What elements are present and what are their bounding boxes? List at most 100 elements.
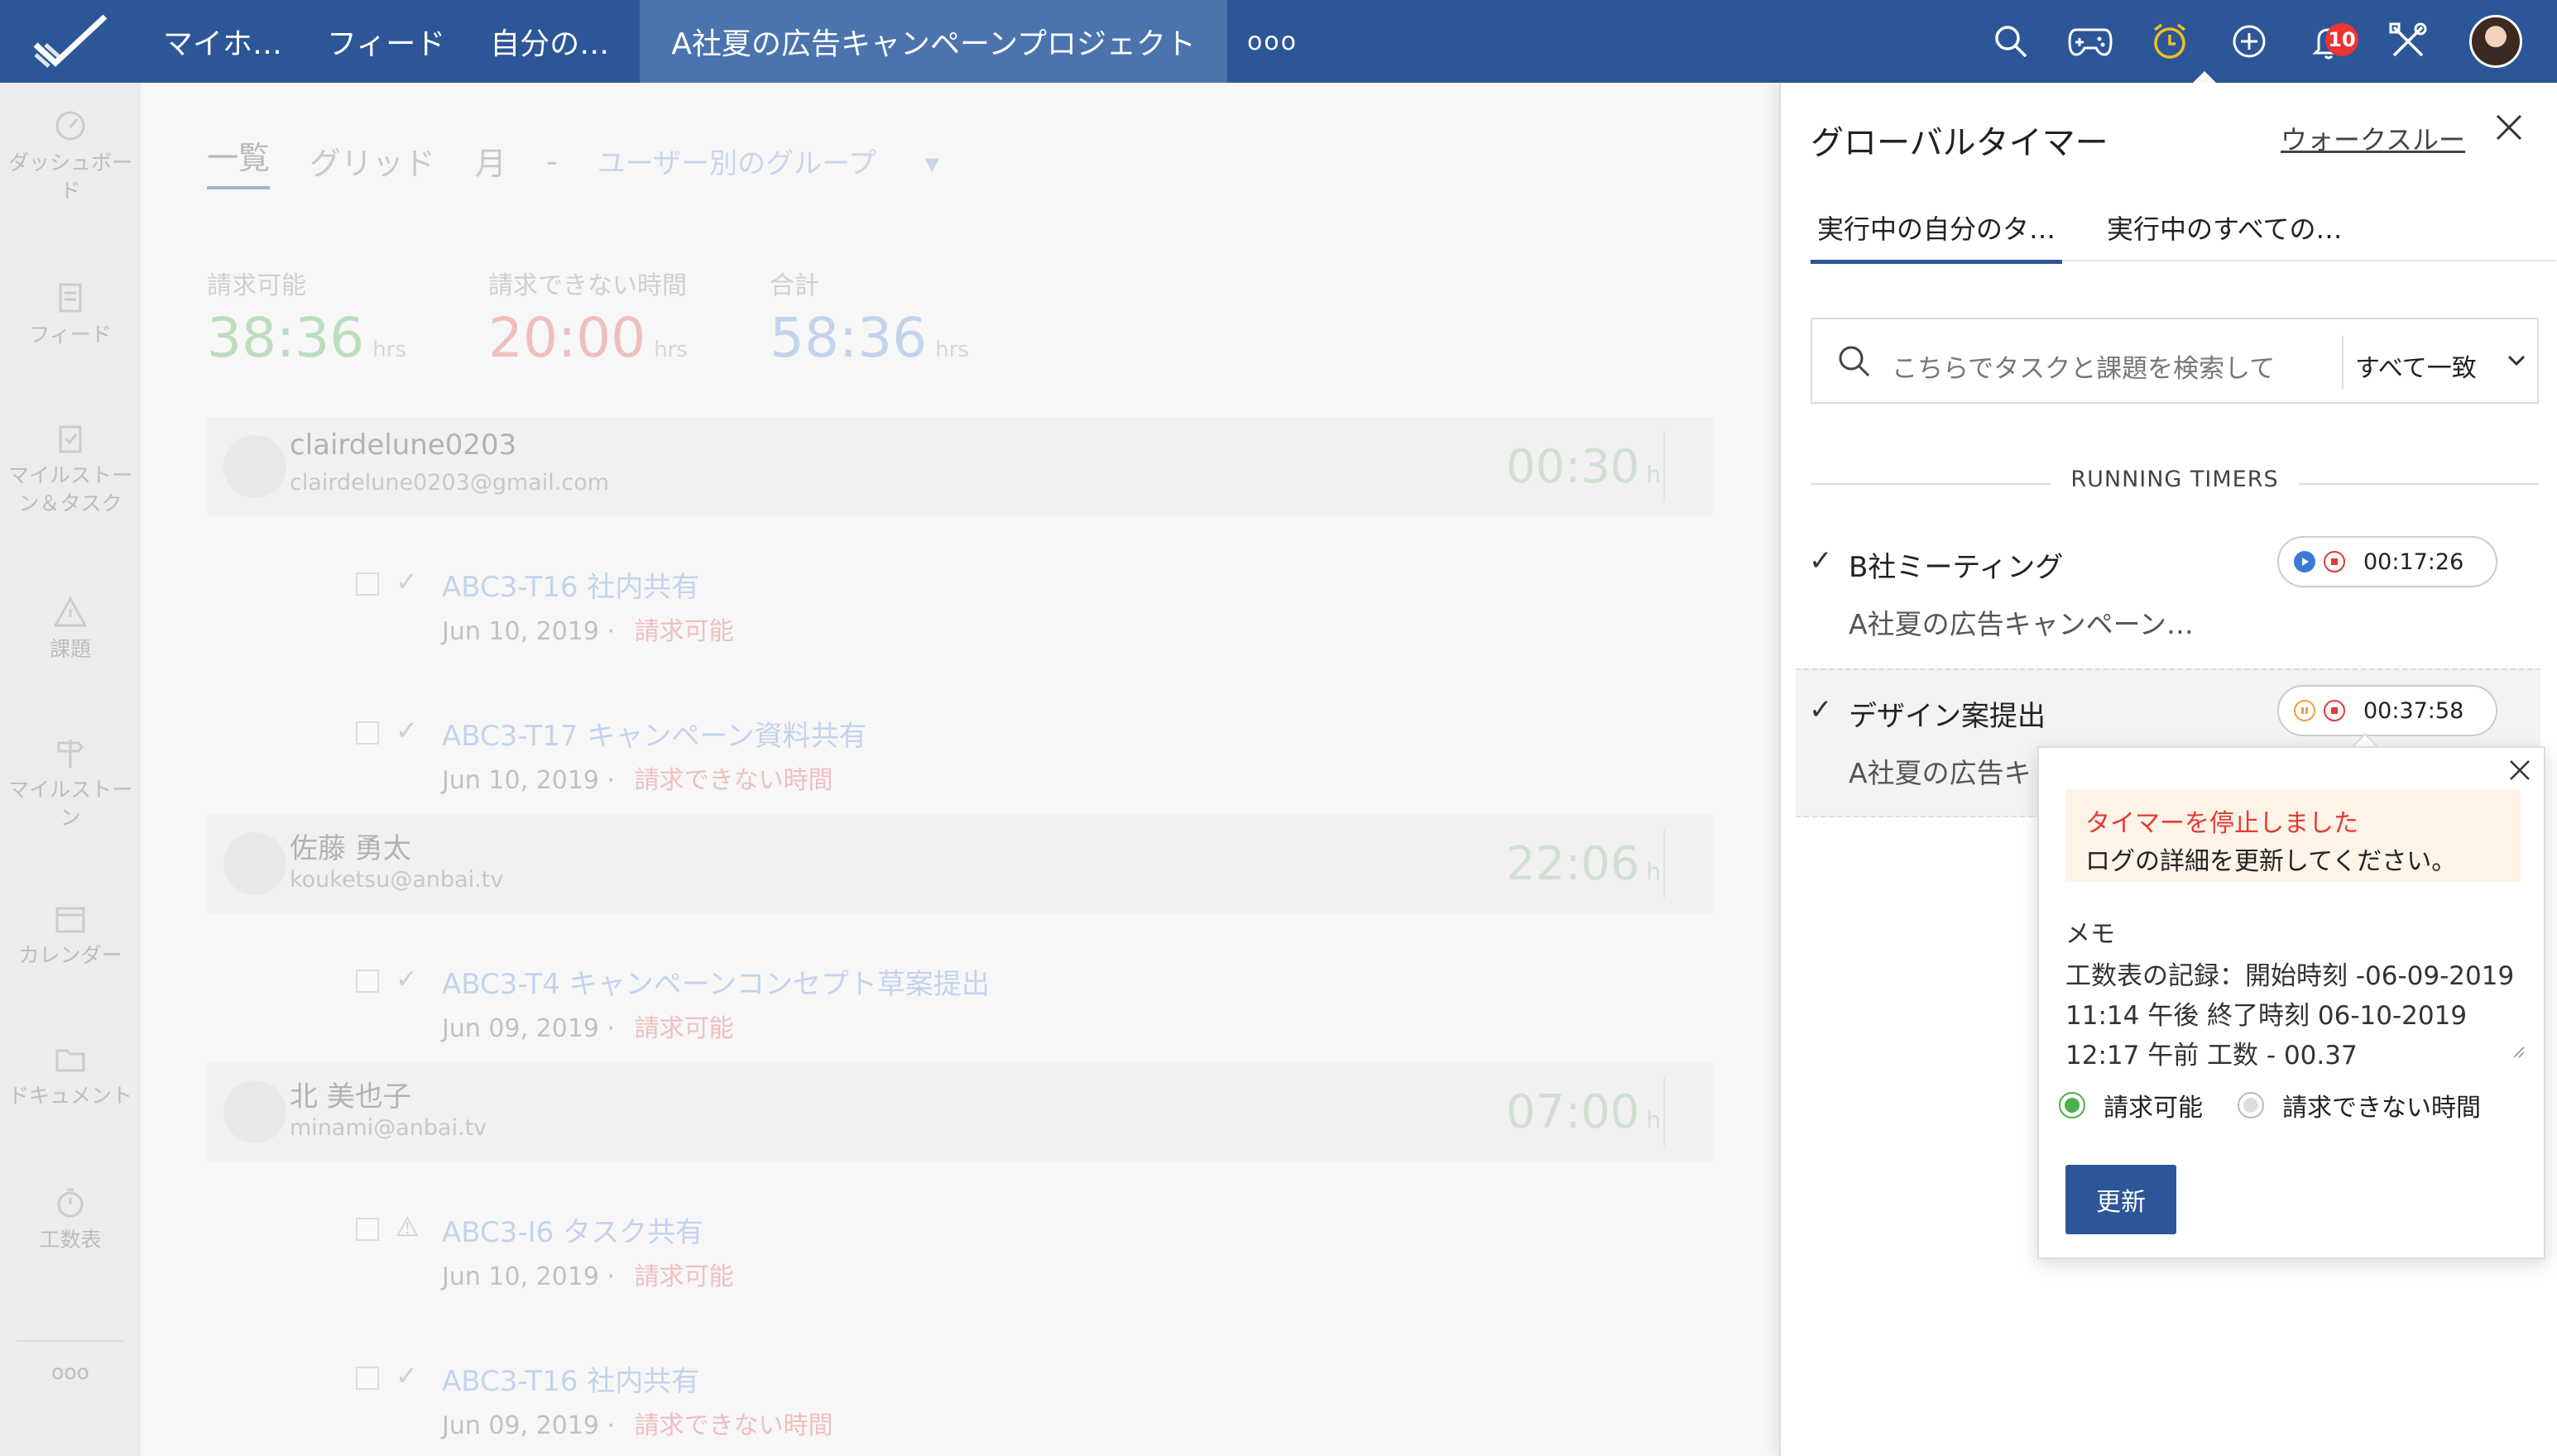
timer-elapsed: 00:37:58 [2363,697,2464,724]
sidebar-more-icon[interactable]: ooo [17,1340,124,1387]
app-logo-icon[interactable] [0,0,141,83]
task-name[interactable]: ABC3-T16 社内共有 [442,1358,699,1399]
user-time-unit: h [1646,858,1662,885]
signpost-icon [57,740,84,768]
user-time: 07:00 h [1506,1085,1661,1139]
user-row[interactable]: 北 美也子 minami@anbai.tv 07:00 h [207,1062,1713,1161]
task-name[interactable]: ABC3-I6 タスク共有 [442,1209,703,1250]
timer-task-name[interactable]: B社ミーティング [1849,544,2063,585]
sidebar-item-timesheet[interactable]: 工数表 [0,1186,141,1254]
user-avatar[interactable] [2469,15,2522,68]
add-icon[interactable] [2209,0,2289,83]
sidebar-item-issues[interactable]: 課題 [0,596,141,663]
alarm-clock-icon[interactable] [2130,0,2209,83]
stat-label: 合計 [770,271,819,300]
sidebar-item-feed[interactable]: フィード [0,281,141,349]
gamepad-icon[interactable] [2051,0,2130,83]
view-grid-tab[interactable]: グリッド [309,138,435,184]
nav-my-home[interactable]: マイホ… [141,0,305,83]
stop-icon[interactable] [2324,700,2345,721]
sidebar-item-label: 課題 [49,637,91,661]
timer-row[interactable]: ✓ B社ミーティング A社夏の広告キャンペーン… 00:17:26 [1796,521,2540,670]
stat-unit: hrs [935,338,969,362]
tab-my-running[interactable]: 実行中の自分のタ… [1811,208,2063,264]
task-checkbox[interactable] [356,572,379,596]
user-row[interactable]: 佐藤 勇太 kouketsu@anbai.tv 22:06 h [207,814,1713,913]
task-billing: 請求できない時間 [634,1411,833,1440]
close-icon[interactable] [2494,113,2524,146]
task-checkbox[interactable] [356,1218,379,1241]
billable-radio[interactable] [2059,1092,2085,1118]
resize-handle-icon[interactable] [2512,1046,2526,1062]
user-time: 00:30 h [1506,440,1661,494]
task-row[interactable]: ✓ ABC3-T17 キャンペーン資料共有 Jun 10, 2019 · 請求で… [207,678,1713,811]
gauge-icon [55,111,85,141]
update-button[interactable]: 更新 [2065,1165,2176,1234]
task-name[interactable]: ABC3-T16 社内共有 [442,564,699,605]
user-time: 22:06 h [1506,837,1661,891]
nav-more-icon[interactable]: ooo [1227,27,1317,56]
search-input[interactable]: こちらでタスクと課題を検索して [1892,347,2275,385]
check-icon: ✓ [1809,693,1833,726]
task-checkbox[interactable] [356,970,379,993]
stat-label: 請求できない時間 [488,271,687,300]
stat-unit: hrs [654,338,688,362]
task-checkbox[interactable] [356,721,379,745]
sidebar-item-label: ドキュメント [7,1084,132,1108]
non-billable-radio[interactable] [2238,1092,2264,1118]
sidebar-item-label: フィード [29,323,112,347]
chevron-down-icon[interactable] [2506,349,2527,374]
stop-timer-popup: タイマーを停止しました ログの詳細を更新してください。 メモ 工数表の記録：開始… [2037,746,2545,1259]
stopwatch-icon [57,1188,84,1218]
walkthrough-link[interactable]: ウォークスルー [2281,119,2465,157]
task-billing: 請求可能 [634,1014,734,1043]
radio-dot [2065,1098,2080,1113]
stat-value: 38:36 [207,306,365,370]
nav-feed[interactable]: フィード [305,0,468,83]
sidebar-item-calendar[interactable]: カレンダー [0,902,141,970]
task-name[interactable]: ABC3-T4 キャンペーンコンセプト草案提出 [442,961,990,1002]
task-checkbox[interactable] [356,1367,379,1390]
nav-my-items[interactable]: 自分の… [468,0,631,83]
view-list-tab[interactable]: 一覧 [207,132,271,189]
sidebar-item-dashboard[interactable]: ダッシュボード [0,109,141,205]
timer-elapsed: 00:17:26 [2363,548,2464,575]
sidebar-item-milestones-tasks[interactable]: マイルストーン＆タスク [0,422,141,518]
task-row[interactable]: ✓ ABC3-T16 社内共有 Jun 09, 2019 · 請求できない時間 [207,1324,1713,1456]
search-icon[interactable] [1971,0,2051,83]
memo-textarea[interactable]: 工数表の記録：開始時刻 -06-09-2019 11:14 午後 終了時刻 06… [2065,956,2526,1069]
alert-title: タイマーを停止しました [2085,809,2358,838]
nav-active-project[interactable]: A社夏の広告キャンペーンプロジェクト [640,0,1228,83]
task-row[interactable]: ⚠ ABC3-I6 タスク共有 Jun 10, 2019 · 請求可能 [207,1175,1713,1307]
view-month-tab[interactable]: 月 [475,138,506,184]
stop-icon[interactable] [2324,551,2345,572]
radio-dot [2243,1098,2258,1113]
group-by-dropdown[interactable]: ユーザー別のグループ ▾ [597,141,939,181]
bell-icon[interactable]: 10 [2289,0,2368,83]
timer-task-name[interactable]: デザイン案提出 [1849,693,2046,734]
close-icon[interactable] [2507,758,2532,786]
sidebar-item-label: カレンダー [18,943,122,967]
tab-all-running[interactable]: 実行中のすべての… [2100,208,2348,260]
user-email: clairdelune0203@gmail.com [290,470,610,496]
task-name[interactable]: ABC3-T17 キャンペーン資料共有 [442,713,867,754]
user-row[interactable]: clairdelune0203 clairdelune0203@gmail.co… [207,417,1713,516]
warning-icon [54,596,87,627]
group-by-label: ユーザー別のグループ [597,147,877,180]
task-billing: 請求可能 [634,617,734,646]
billing-radio-group: 請求可能 請求できない時間 [2059,1087,2481,1123]
stat-value: 20:00 [488,306,646,370]
task-date: Jun 10, 2019 [442,766,600,795]
avatar [223,435,286,498]
sidebar-item-documents[interactable]: ドキュメント [0,1042,141,1110]
sidebar-item-milestones[interactable]: マイルストーン [0,736,141,832]
tools-icon[interactable] [2368,0,2448,83]
task-row[interactable]: ✓ ABC3-T4 キャンペーンコンセプト草案提出 Jun 09, 2019 ·… [207,927,1713,1059]
play-icon[interactable] [2294,551,2315,572]
warning-icon: ⚠ [396,1211,420,1243]
match-filter-dropdown[interactable]: すべて一致 [2355,347,2477,384]
check-icon: ✓ [1809,544,1833,577]
task-row[interactable]: ✓ ABC3-T16 社内共有 Jun 10, 2019 · 請求可能 [207,529,1713,662]
calendar-icon [55,907,85,933]
pause-icon[interactable] [2294,700,2315,721]
